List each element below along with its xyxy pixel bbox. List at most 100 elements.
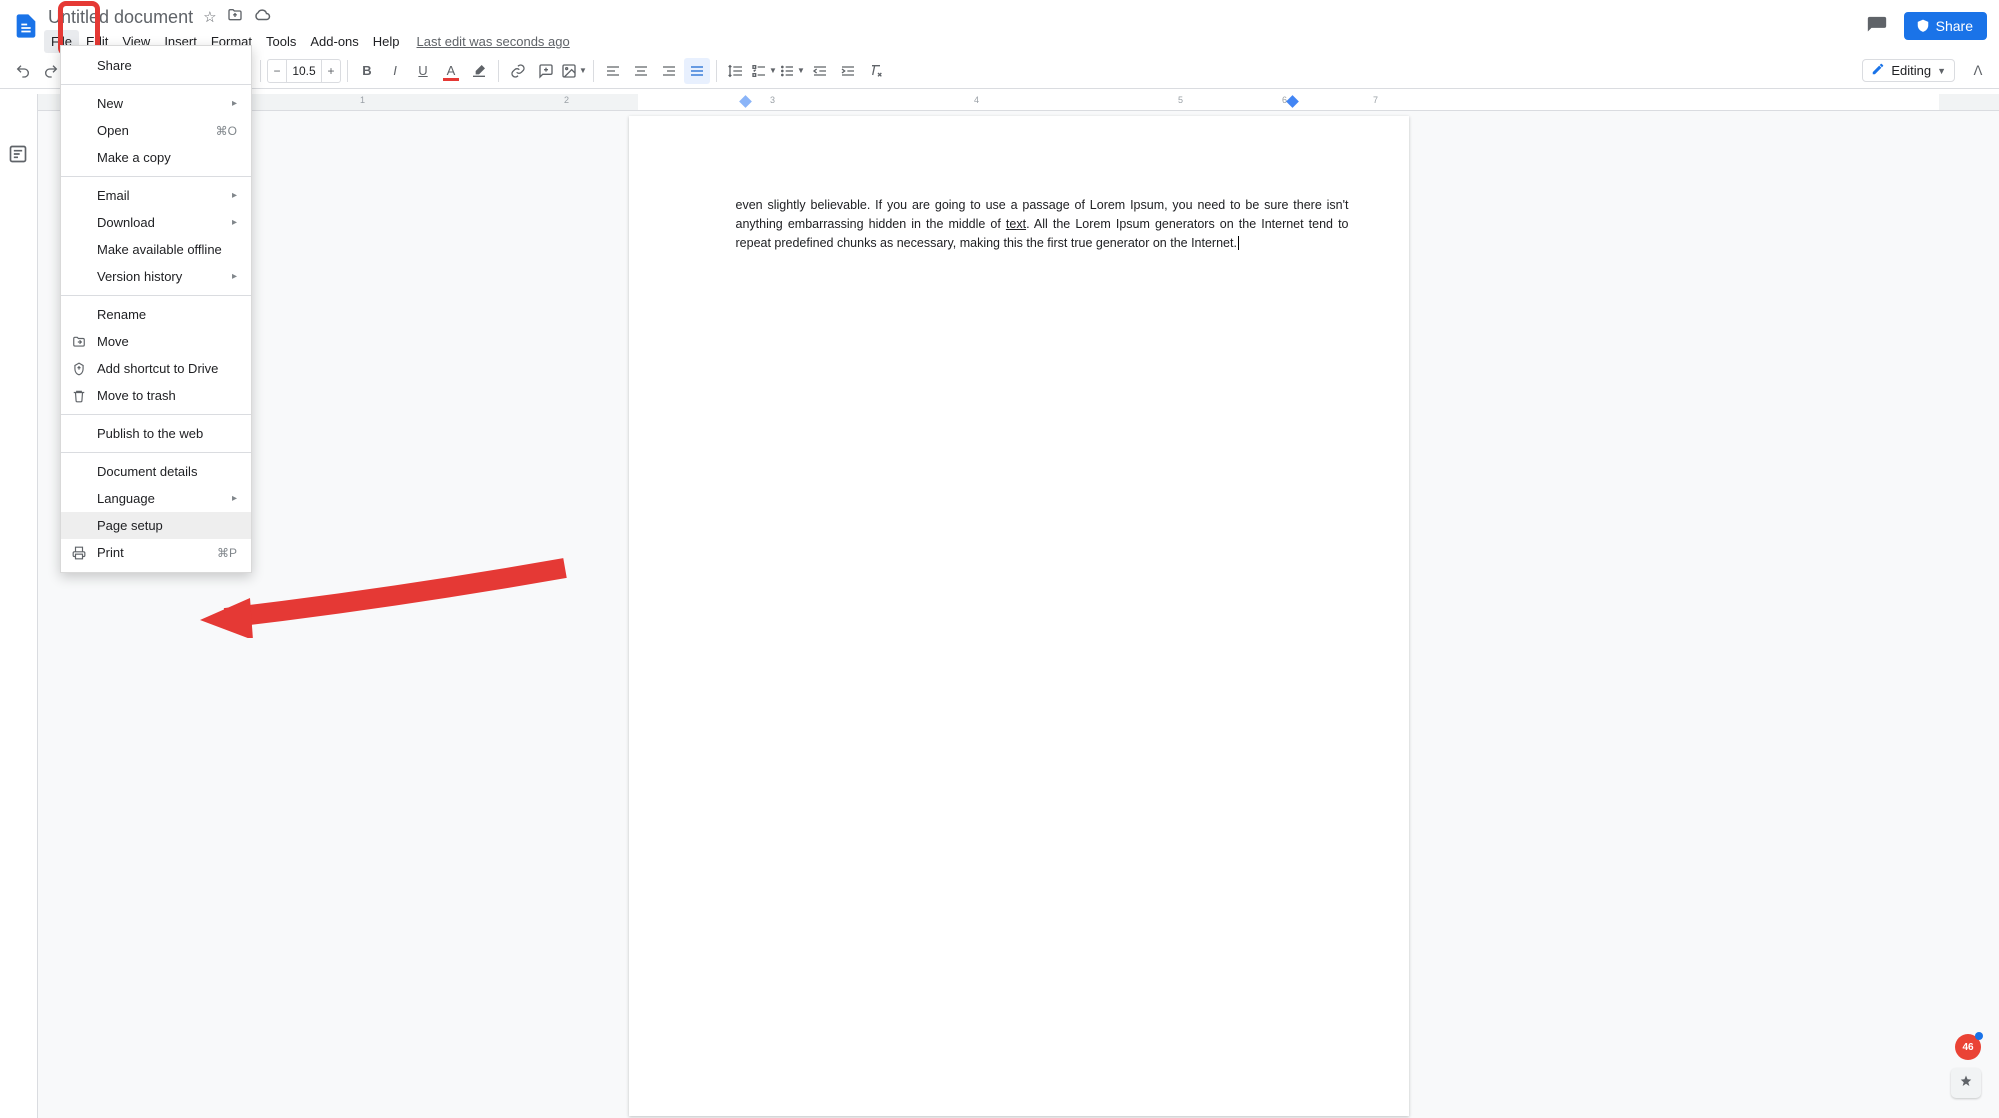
menu-separator xyxy=(61,414,251,415)
title-area: Untitled document ☆ File Edit View Inser… xyxy=(48,6,1864,53)
document-text[interactable]: even slightly believable. If you are goi… xyxy=(629,116,1409,252)
ruler-grey-right xyxy=(1939,94,1999,110)
app-header: Untitled document ☆ File Edit View Inser… xyxy=(0,0,1999,53)
menu-item-rename[interactable]: Rename xyxy=(61,301,251,328)
separator xyxy=(260,60,261,82)
menu-item-language[interactable]: Language▸ xyxy=(61,485,251,512)
menu-item-label: Rename xyxy=(97,307,146,322)
share-button-label: Share xyxy=(1936,18,1973,34)
ruler-num: 4 xyxy=(974,95,979,105)
menu-help[interactable]: Help xyxy=(366,30,407,53)
menu-addons[interactable]: Add-ons xyxy=(303,30,365,53)
line-spacing-button[interactable] xyxy=(723,58,749,84)
align-center-button[interactable] xyxy=(628,58,654,84)
submenu-arrow-icon: ▸ xyxy=(232,190,237,201)
align-group xyxy=(600,58,710,84)
share-button[interactable]: Share xyxy=(1904,12,1987,40)
increase-indent-button[interactable] xyxy=(835,58,861,84)
editing-mode-select[interactable]: Editing ▼ xyxy=(1862,59,1955,82)
mode-label: Editing xyxy=(1891,63,1931,78)
menu-item-label: Add shortcut to Drive xyxy=(97,361,218,376)
work-area: 1 2 3 4 5 6 7 even slightly believable. … xyxy=(0,94,1999,1118)
undo-button[interactable] xyxy=(10,58,36,84)
font-size-decrease[interactable]: − xyxy=(267,59,287,83)
menu-separator xyxy=(61,176,251,177)
underline-button[interactable]: U xyxy=(410,58,436,84)
menu-item-label: Make a copy xyxy=(97,150,171,165)
menu-item-label: Version history xyxy=(97,269,182,284)
explore-button[interactable] xyxy=(1951,1068,1981,1098)
insert-link-button[interactable] xyxy=(505,58,531,84)
menu-item-email[interactable]: Email ▸ xyxy=(61,182,251,209)
align-right-button[interactable] xyxy=(656,58,682,84)
add-comment-button[interactable] xyxy=(533,58,559,84)
font-size-increase[interactable]: + xyxy=(321,59,341,83)
notification-badge[interactable]: 46 xyxy=(1955,1034,1981,1060)
decrease-indent-button[interactable] xyxy=(807,58,833,84)
menu-item-label: Email xyxy=(97,188,130,203)
menu-item-add-shortcut-to-drive[interactable]: Add shortcut to Drive xyxy=(61,355,251,382)
separator xyxy=(347,60,348,82)
checklist-button[interactable]: ▼ xyxy=(751,58,777,84)
collapse-toolbar-button[interactable]: ᐱ xyxy=(1965,63,1991,79)
menu-item-make-a-copy[interactable]: Make a copy xyxy=(61,144,251,171)
menu-tools[interactable]: Tools xyxy=(259,30,303,53)
dropdown-arrow-icon: ▼ xyxy=(797,66,805,75)
cloud-status-icon[interactable] xyxy=(253,6,271,28)
shortcut-icon xyxy=(71,361,87,377)
print-icon xyxy=(71,545,87,561)
menu-item-page-setup[interactable]: Page setup xyxy=(61,512,251,539)
show-outline-button[interactable] xyxy=(8,144,30,166)
trash-icon xyxy=(71,388,87,404)
document-title[interactable]: Untitled document xyxy=(48,7,193,28)
separator xyxy=(498,60,499,82)
submenu-arrow-icon: ▸ xyxy=(232,217,237,228)
text-format-group: B I U A xyxy=(354,58,492,84)
italic-button[interactable]: I xyxy=(382,58,408,84)
menu-item-move-to-trash[interactable]: Move to trash xyxy=(61,382,251,409)
file-menu-dropdown: ShareNew▸Open⌘OMake a copyEmail▸Download… xyxy=(60,45,252,573)
dropdown-arrow-icon: ▼ xyxy=(1937,66,1946,76)
menu-item-download[interactable]: Download▸ xyxy=(61,209,251,236)
menu-item-move[interactable]: Move xyxy=(61,328,251,355)
star-icon[interactable]: ☆ xyxy=(203,8,216,26)
pencil-icon xyxy=(1871,62,1885,79)
menu-item-version-history[interactable]: Version history ▸ xyxy=(61,263,251,290)
ruler-num: 5 xyxy=(1178,95,1183,105)
menu-item-label: Open xyxy=(97,123,129,138)
document-page[interactable]: even slightly believable. If you are goi… xyxy=(629,116,1409,1116)
menu-item-make-available-offline[interactable]: Make available offline xyxy=(61,236,251,263)
menu-item-document-details[interactable]: Document details xyxy=(61,458,251,485)
submenu-arrow-icon: ▸ xyxy=(232,271,237,282)
menu-item-label: Page setup xyxy=(97,518,163,533)
move-folder-icon[interactable] xyxy=(227,7,243,27)
font-size-value[interactable]: 10.5 xyxy=(287,59,321,83)
menu-item-label: Print xyxy=(97,545,124,560)
ruler-num: 7 xyxy=(1373,95,1378,105)
menu-item-print[interactable]: Print ⌘P xyxy=(61,539,251,566)
submenu-arrow-icon: ▸ xyxy=(232,98,237,109)
menu-item-publish-to-the-web[interactable]: Publish to the web xyxy=(61,420,251,447)
menu-item-open[interactable]: Open ⌘O xyxy=(61,117,251,144)
menu-item-new[interactable]: New▸ xyxy=(61,90,251,117)
bulleted-list-button[interactable]: ▼ xyxy=(779,58,805,84)
clear-formatting-button[interactable] xyxy=(863,58,889,84)
insert-image-button[interactable]: ▼ xyxy=(561,58,587,84)
document-scroll[interactable]: 1 2 3 4 5 6 7 even slightly believable. … xyxy=(38,94,1999,1118)
menu-shortcut: ⌘O xyxy=(216,124,237,138)
docs-logo[interactable] xyxy=(8,8,44,44)
separator xyxy=(593,60,594,82)
align-justify-button[interactable] xyxy=(684,58,710,84)
text-color-button[interactable]: A xyxy=(438,58,464,84)
menu-item-label: Document details xyxy=(97,464,197,479)
align-left-button[interactable] xyxy=(600,58,626,84)
last-edit-link[interactable]: Last edit was seconds ago xyxy=(417,34,570,49)
comments-button[interactable] xyxy=(1864,13,1890,39)
menu-separator xyxy=(61,452,251,453)
menu-shortcut: ⌘P xyxy=(217,546,237,560)
bold-button[interactable]: B xyxy=(354,58,380,84)
title-icons: ☆ xyxy=(203,6,270,28)
menu-item-share[interactable]: Share xyxy=(61,52,251,79)
highlight-button[interactable] xyxy=(466,58,492,84)
dropdown-arrow-icon: ▼ xyxy=(769,66,777,75)
